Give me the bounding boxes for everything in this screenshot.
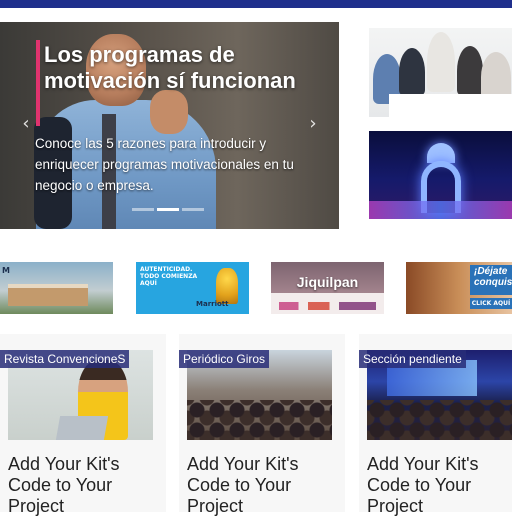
banner-autenticidad-line1: AUTENTICIDAD. <box>140 266 193 273</box>
banner-autenticidad-line2: TODO COMIENZA AQUÍ <box>140 273 198 287</box>
banner-conquistar[interactable]: ¡Déjate conquistar! CLICK AQUÍ <box>406 262 512 314</box>
banner-jiquilpan-label: Jiquilpan <box>296 274 359 290</box>
meeting-thumbnail[interactable] <box>369 28 512 117</box>
audience-image <box>367 400 512 440</box>
article-card[interactable]: Revista ConvencioneS Add Your Kit's Code… <box>0 334 166 516</box>
monument-lights-image <box>369 201 512 219</box>
article-card-title[interactable]: Add Your Kit's Code to Your Project <box>187 454 337 517</box>
top-nav-bar <box>0 0 512 8</box>
carousel-dot-1[interactable] <box>132 208 154 211</box>
carousel-next-arrow-icon[interactable]: › <box>305 115 321 133</box>
banner-marriott-hotel[interactable]: M <box>0 262 113 314</box>
article-card[interactable]: Periódico Giros Add Your Kit's Code to Y… <box>179 334 345 516</box>
audience-image <box>187 400 332 440</box>
meeting-person-2 <box>399 48 425 96</box>
category-badge[interactable]: Revista ConvencioneS <box>0 350 130 368</box>
article-card-title[interactable]: Add Your Kit's Code to Your Project <box>8 454 158 517</box>
banner-conquistar-cta[interactable]: CLICK AQUÍ <box>470 298 512 309</box>
article-card[interactable]: Sección pendiente Add Your Kit's Code to… <box>359 334 512 516</box>
marriott-logo: M <box>2 266 10 275</box>
carousel-prev-arrow-icon[interactable]: ‹ <box>18 115 34 133</box>
carousel-indicators <box>132 208 204 211</box>
carousel-dot-3[interactable] <box>182 208 204 211</box>
meeting-table <box>389 94 512 117</box>
angel-monument-image <box>216 268 238 304</box>
hero-subtitle: Conoce las 5 razones para introducir y e… <box>35 136 294 193</box>
sponsor-logos <box>279 302 376 310</box>
banner-autenticidad[interactable]: AUTENTICIDAD. TODO COMIENZA AQUÍ Marriot… <box>136 262 249 314</box>
meeting-person-4 <box>457 46 483 96</box>
hotel-image <box>8 284 88 306</box>
article-card-title[interactable]: Add Your Kit's Code to Your Project <box>367 454 512 517</box>
monument-dome-image <box>427 143 455 163</box>
monument-thumbnail[interactable] <box>369 131 512 219</box>
carousel-dot-2[interactable] <box>157 208 179 211</box>
hero-title[interactable]: Los programas de motivación sí funcionan <box>44 42 334 94</box>
marriott-logo-text: Marriott <box>196 300 229 308</box>
banner-conquistar-text: ¡Déjate conquistar! <box>474 266 512 288</box>
banner-autenticidad-text: AUTENTICIDAD. TODO COMIENZA AQUÍ <box>140 266 210 287</box>
hero-accent-bar <box>36 40 40 126</box>
hero-fist-image <box>150 90 188 134</box>
laptop-image <box>55 416 109 440</box>
meeting-person-3 <box>427 32 455 92</box>
hero-carousel[interactable]: Los programas de motivación sí funcionan… <box>0 22 339 229</box>
banner-jiquilpan[interactable]: Jiquilpan <box>271 262 384 314</box>
category-badge[interactable]: Sección pendiente <box>359 350 466 368</box>
category-badge[interactable]: Periódico Giros <box>179 350 270 368</box>
